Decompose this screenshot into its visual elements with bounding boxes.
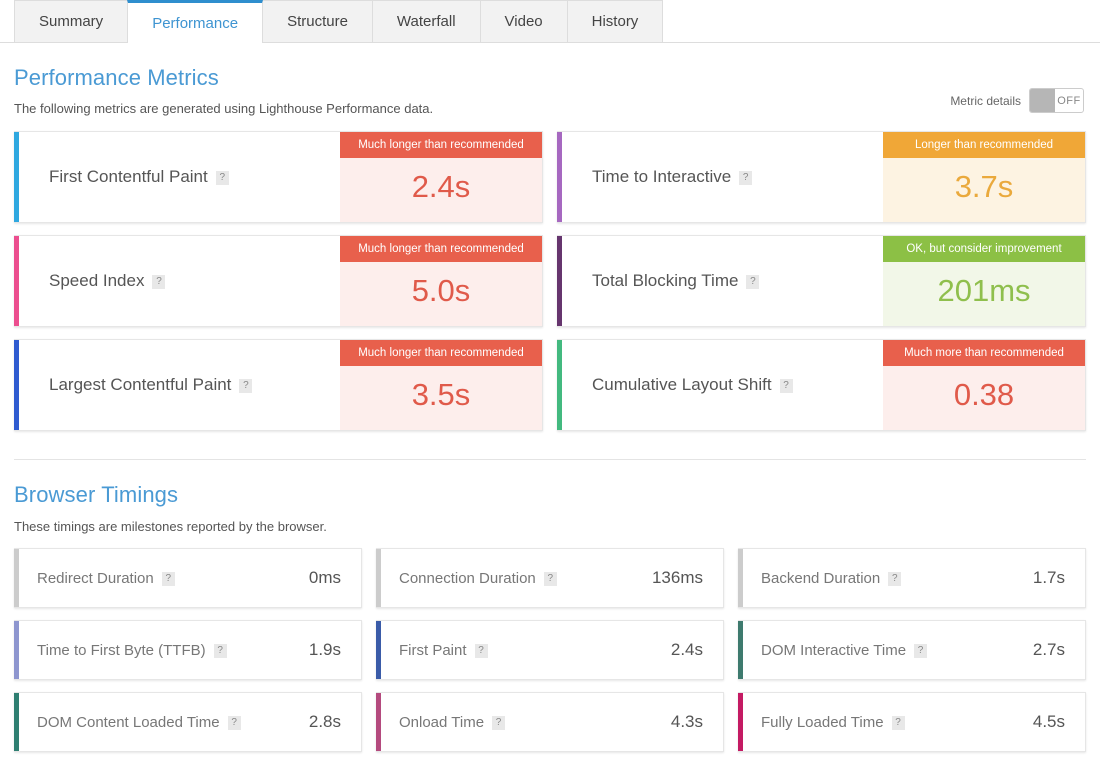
help-icon[interactable]: ?	[892, 716, 905, 730]
timing-card: DOM Content Loaded Time?2.8s	[14, 692, 362, 752]
help-icon[interactable]: ?	[216, 171, 229, 185]
section-divider	[14, 459, 1086, 460]
metric-value: 2.4s	[340, 158, 542, 222]
timing-value: 0ms	[309, 568, 361, 588]
timing-label: Redirect Duration?	[19, 570, 309, 587]
timing-card: Backend Duration?1.7s	[738, 548, 1086, 608]
metric-name: Largest Contentful Paint?	[49, 375, 252, 395]
metric-value: 3.7s	[883, 158, 1085, 222]
timing-label: First Paint?	[381, 642, 671, 659]
metric-value-zone: Much longer than recommended2.4s	[340, 132, 542, 222]
timing-label: Fully Loaded Time?	[743, 714, 1033, 731]
browser-timings-grid: Redirect Duration?0msConnection Duration…	[0, 548, 1100, 752]
timing-label: Connection Duration?	[381, 570, 652, 587]
metric-value-zone: OK, but consider improvement201ms	[883, 236, 1085, 326]
metric-name-zone: Largest Contentful Paint?	[19, 340, 340, 430]
metric-name: Total Blocking Time?	[592, 271, 759, 291]
metric-card: Cumulative Layout Shift? Much more than r…	[557, 339, 1086, 431]
timing-label: Backend Duration?	[743, 570, 1033, 587]
metric-name-zone: Cumulative Layout Shift?	[562, 340, 883, 430]
help-icon[interactable]: ?	[492, 716, 505, 730]
help-icon[interactable]: ?	[152, 275, 165, 289]
metric-name-zone: Speed Index?	[19, 236, 340, 326]
timing-card: DOM Interactive Time?2.7s	[738, 620, 1086, 680]
browser-timings-subtitle: These timings are milestones reported by…	[0, 519, 1100, 534]
metric-card: Time to Interactive? Longer than recommen…	[557, 131, 1086, 223]
metric-value-zone: Much more than recommended0.38	[883, 340, 1085, 430]
tab-bar: SummaryPerformanceStructureWaterfallVide…	[0, 0, 1100, 43]
help-icon[interactable]: ?	[746, 275, 759, 289]
performance-metrics-subtitle: The following metrics are generated usin…	[0, 101, 1100, 116]
metric-card: Total Blocking Time? OK, but consider imp…	[557, 235, 1086, 327]
status-badge: OK, but consider improvement	[883, 236, 1085, 262]
metric-name: Time to Interactive?	[592, 167, 752, 187]
help-icon[interactable]: ?	[780, 379, 793, 393]
metric-value: 201ms	[883, 262, 1085, 326]
timing-label: DOM Content Loaded Time?	[19, 714, 309, 731]
metric-name-zone: Total Blocking Time?	[562, 236, 883, 326]
metrics-grid: First Contentful Paint? Much longer than …	[0, 131, 1100, 431]
tab-structure[interactable]: Structure	[262, 0, 373, 42]
performance-report-page: SummaryPerformanceStructureWaterfallVide…	[0, 0, 1100, 772]
timing-card: Time to First Byte (TTFB)?1.9s	[14, 620, 362, 680]
metric-card: Speed Index? Much longer than recommended…	[14, 235, 543, 327]
timing-value: 2.7s	[1033, 640, 1085, 660]
toggle-state-label: OFF	[1055, 95, 1083, 107]
timing-label: Onload Time?	[381, 714, 671, 731]
performance-metrics-title: Performance Metrics	[0, 65, 1100, 91]
metric-name-zone: First Contentful Paint?	[19, 132, 340, 222]
timing-label: DOM Interactive Time?	[743, 642, 1033, 659]
timing-value: 1.7s	[1033, 568, 1085, 588]
help-icon[interactable]: ?	[162, 572, 175, 586]
toggle-knob	[1030, 89, 1055, 112]
help-icon[interactable]: ?	[228, 716, 241, 730]
metric-value-zone: Much longer than recommended5.0s	[340, 236, 542, 326]
status-badge: Much longer than recommended	[340, 236, 542, 262]
metric-details-control: Metric details OFF	[950, 88, 1084, 113]
timing-card: Redirect Duration?0ms	[14, 548, 362, 608]
metric-name: Speed Index?	[49, 271, 165, 291]
timing-value: 4.3s	[671, 712, 723, 732]
timing-label: Time to First Byte (TTFB)?	[19, 642, 309, 659]
status-badge: Much longer than recommended	[340, 132, 542, 158]
help-icon[interactable]: ?	[475, 644, 488, 658]
help-icon[interactable]: ?	[914, 644, 927, 658]
timing-card: Connection Duration?136ms	[376, 548, 724, 608]
metric-card: Largest Contentful Paint? Much longer tha…	[14, 339, 543, 431]
metric-value-zone: Much longer than recommended3.5s	[340, 340, 542, 430]
timing-value: 136ms	[652, 568, 723, 588]
metric-card: First Contentful Paint? Much longer than …	[14, 131, 543, 223]
help-icon[interactable]: ?	[888, 572, 901, 586]
status-badge: Much more than recommended	[883, 340, 1085, 366]
timing-card: First Paint?2.4s	[376, 620, 724, 680]
tab-summary[interactable]: Summary	[14, 0, 128, 42]
help-icon[interactable]: ?	[739, 171, 752, 185]
metric-name-zone: Time to Interactive?	[562, 132, 883, 222]
help-icon[interactable]: ?	[214, 644, 227, 658]
browser-timings-title: Browser Timings	[0, 482, 1100, 508]
timing-value: 4.5s	[1033, 712, 1085, 732]
tab-performance[interactable]: Performance	[127, 0, 263, 43]
timing-value: 2.4s	[671, 640, 723, 660]
metric-value: 5.0s	[340, 262, 542, 326]
status-badge: Longer than recommended	[883, 132, 1085, 158]
metric-name: First Contentful Paint?	[49, 167, 229, 187]
metric-value: 3.5s	[340, 366, 542, 430]
timing-card: Onload Time?4.3s	[376, 692, 724, 752]
help-icon[interactable]: ?	[239, 379, 252, 393]
metric-name: Cumulative Layout Shift?	[592, 375, 793, 395]
timing-card: Fully Loaded Time?4.5s	[738, 692, 1086, 752]
tab-waterfall[interactable]: Waterfall	[372, 0, 481, 42]
status-badge: Much longer than recommended	[340, 340, 542, 366]
tab-history[interactable]: History	[567, 0, 664, 42]
help-icon[interactable]: ?	[544, 572, 557, 586]
metric-details-label: Metric details	[950, 94, 1021, 108]
metric-details-toggle[interactable]: OFF	[1029, 88, 1084, 113]
timing-value: 2.8s	[309, 712, 361, 732]
timing-value: 1.9s	[309, 640, 361, 660]
tab-video[interactable]: Video	[480, 0, 568, 42]
metric-value: 0.38	[883, 366, 1085, 430]
metric-value-zone: Longer than recommended3.7s	[883, 132, 1085, 222]
